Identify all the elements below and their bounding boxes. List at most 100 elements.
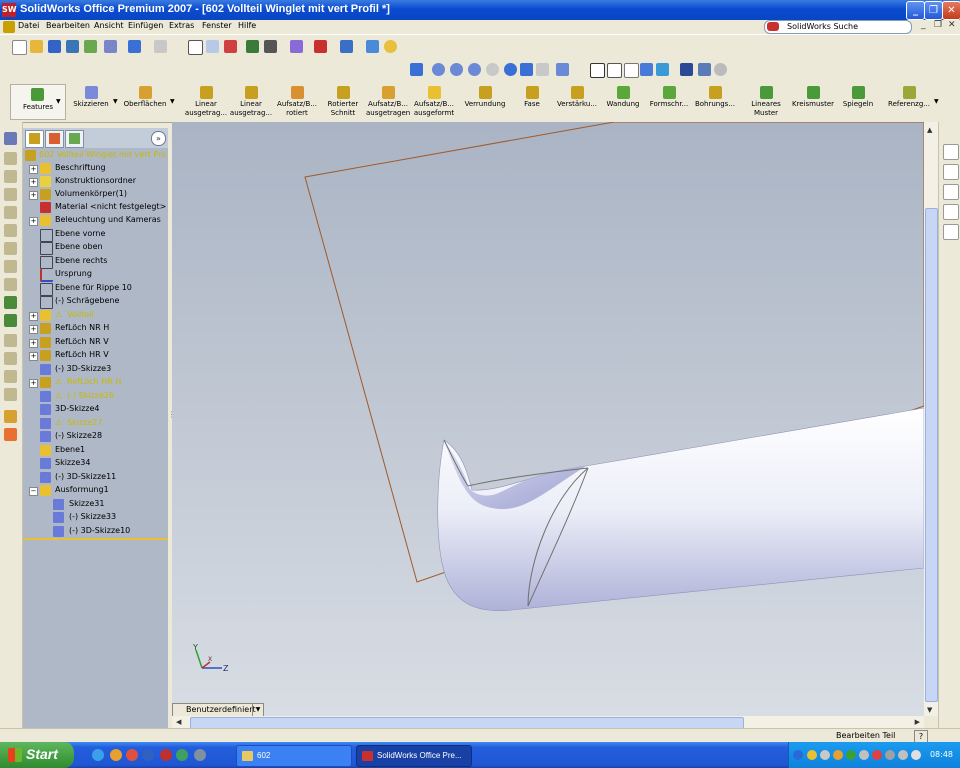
tray-misc2-icon[interactable] [911,750,921,760]
shaded-icon[interactable] [656,63,669,76]
circle-tool-icon[interactable] [4,206,17,219]
quicklaunch-browser-icon[interactable] [110,749,122,761]
scroll-down-icon[interactable]: ▼ [927,706,932,714]
hidden-lines-removed-icon[interactable] [624,63,639,78]
line-tool-icon[interactable] [4,170,17,183]
point-tool-icon[interactable] [4,260,17,273]
smart-dimension-icon[interactable] [4,152,17,165]
swept-boss-button[interactable]: Aufsatz/B... ausgetragen [366,84,410,120]
zoom-area-icon[interactable] [450,63,463,76]
tray-device-icon[interactable] [859,750,869,760]
close-button[interactable]: ✕ [942,1,960,20]
graphics-area[interactable]: Y Z X [172,122,924,716]
rib-button[interactable]: Verstärku... [555,84,599,120]
vertical-scroll-thumb[interactable] [925,208,938,702]
expand-icon[interactable]: + [29,165,38,174]
quicklaunch-app-icon[interactable] [176,749,188,761]
home-icon[interactable] [943,144,959,160]
trim-tool-icon[interactable] [4,278,17,291]
feature-cut-icon[interactable] [4,314,17,327]
view-tab-custom[interactable]: Benutzerdefiniert ▼ [172,703,264,717]
extruded-cut-button[interactable]: Linear ausgetrag... [229,84,273,120]
quicklaunch-desktop-icon[interactable] [92,749,104,761]
chevron-down-icon[interactable]: ▼ [56,98,61,105]
horizontal-scrollbar[interactable]: ◀ ▶ [172,716,924,729]
tab-feature-tree[interactable] [25,130,44,148]
scroll-up-icon[interactable]: ▲ [927,126,932,134]
grid-icon[interactable] [246,40,259,53]
undo-icon[interactable] [128,40,141,53]
minimize-button[interactable]: _ [906,1,925,20]
chamfer-button[interactable]: Fase [512,84,552,120]
scroll-right-icon[interactable]: ▶ [915,718,920,726]
sketch-tool-icon[interactable] [4,132,17,145]
linear-pattern-button[interactable]: Lineares Muster [744,84,788,120]
roll-view-icon[interactable] [536,63,549,76]
chevron-down-icon[interactable]: ▼ [170,98,175,105]
options-icon[interactable] [264,40,277,53]
expand-icon[interactable]: + [29,325,38,334]
rollback-bar[interactable] [23,538,168,540]
appearance-icon[interactable] [4,428,17,441]
mdi-minimize-button[interactable]: _ [921,20,926,30]
open-folder-icon[interactable] [30,40,43,53]
appearances-icon[interactable] [943,224,959,240]
menu-datei[interactable]: Datei [18,21,39,30]
reference-geometry-button[interactable]: Referenzg... [886,84,932,120]
convert-entities-icon[interactable] [4,388,17,401]
collapse-icon[interactable]: − [29,487,38,496]
section-view-icon[interactable] [698,63,711,76]
start-button[interactable]: Start [0,742,74,768]
pan-icon[interactable] [520,63,533,76]
redo-icon[interactable] [154,40,167,53]
previous-view-icon[interactable] [410,63,423,76]
quicklaunch-media-icon[interactable] [126,749,138,761]
shaded-with-edges-icon[interactable] [640,63,653,76]
layout-icon[interactable] [340,40,353,53]
extruded-boss-button[interactable]: Linear ausgetrag... [184,84,228,120]
tray-network-icon[interactable] [807,750,817,760]
revolved-boss-button[interactable]: Aufsatz/B... rotiert [275,84,319,120]
taskbar-item-folder[interactable]: 602 [236,745,352,767]
traffic-light-icon[interactable] [224,40,237,53]
properties-icon[interactable] [366,40,379,53]
expand-icon[interactable]: + [29,217,38,226]
tab-property-manager[interactable] [45,130,64,148]
expand-icon[interactable]: + [29,191,38,200]
tray-arrow-icon[interactable] [793,750,803,760]
zoom-selection-icon[interactable] [486,63,499,76]
tray-app-icon[interactable] [820,750,830,760]
expand-icon[interactable]: + [29,379,38,388]
shadows-icon[interactable] [680,63,693,76]
plane-icon[interactable] [4,410,17,423]
menu-extras[interactable]: Extras [169,21,194,30]
expand-icon[interactable]: + [29,352,38,361]
title-bar[interactable]: SW SolidWorks Office Premium 2007 - [602… [0,0,960,20]
hole-wizard-button[interactable]: Bohrungs... [692,84,738,120]
draft-button[interactable]: Formschr... [646,84,692,120]
tab-skizzieren[interactable]: Skizzieren [68,84,114,120]
solidworks-app-icon[interactable]: SW [2,3,17,17]
zoom-to-fit-icon[interactable] [432,63,445,76]
mirror-button[interactable]: Spiegeln [838,84,878,120]
3d-view-icon[interactable] [314,40,327,53]
arc-tool-icon[interactable] [4,224,17,237]
mirror-entities-icon[interactable] [4,352,17,365]
menu-einfuegen[interactable]: Einfügen [128,21,163,30]
menu-fenster[interactable]: Fenster [202,21,232,30]
rotate-view-icon[interactable] [504,63,517,76]
tab-oberflaechen[interactable]: Oberflächen [120,84,170,120]
scroll-left-icon[interactable]: ◀ [176,718,181,726]
tab-configuration-manager[interactable] [65,130,84,148]
expand-icon[interactable]: + [29,178,38,187]
vertical-scrollbar[interactable]: ▲ ▼ [924,122,938,716]
spline-tool-icon[interactable] [4,242,17,255]
chevron-down-icon[interactable]: ▼ [934,98,939,105]
wireframe-icon[interactable] [590,63,605,78]
tray-update-icon[interactable] [846,750,856,760]
circular-pattern-button[interactable]: Kreismuster [790,84,836,120]
macro-icon[interactable] [290,40,303,53]
offset-icon[interactable] [4,370,17,383]
mdi-close-button[interactable]: ✕ [948,20,956,30]
model-view[interactable]: Y Z X [172,122,924,716]
